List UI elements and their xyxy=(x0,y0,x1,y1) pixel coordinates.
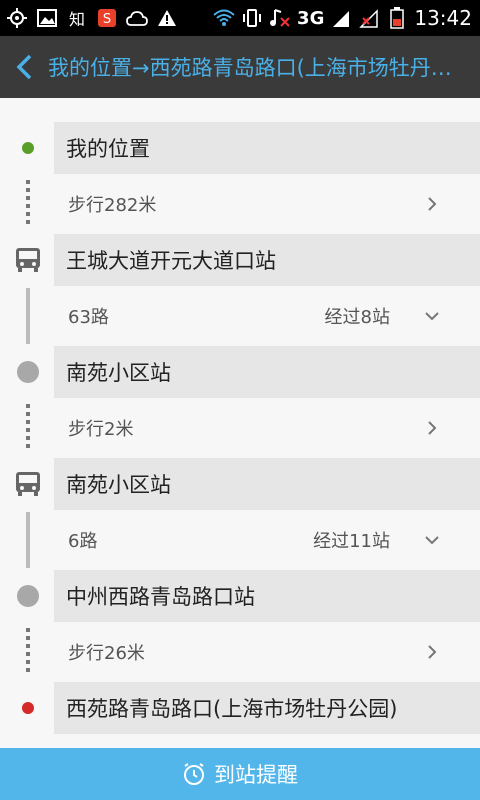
page-title: 我的位置→西苑路青岛路口(上海市场牡丹公园) xyxy=(48,56,458,80)
status-bar: 知 S 3G 13:42 xyxy=(0,0,480,36)
chevron-right-icon xyxy=(428,645,437,659)
walk-segment[interactable]: 步行282米 xyxy=(0,176,480,232)
network-type: 3G xyxy=(297,7,325,29)
route-list: 我的位置 步行282米 王城大道开元大道口站 63路 经过8站 南苑小区站 步行… xyxy=(0,120,480,736)
stop-circle-icon xyxy=(17,361,39,383)
stop-label: 王城大道开元大道口站 xyxy=(54,234,480,286)
stop-circle-icon xyxy=(17,585,39,607)
stop-label: 西苑路青岛路口(上海市场牡丹公园) xyxy=(54,682,480,734)
bus-icon xyxy=(16,248,40,272)
bus-stop-count: 经过8站 xyxy=(324,307,390,328)
app-bar: 我的位置→西苑路青岛路口(上海市场牡丹公园) xyxy=(0,36,480,98)
chevron-down-icon xyxy=(425,312,439,321)
svg-text:S: S xyxy=(103,12,111,27)
battery-icon xyxy=(386,7,408,29)
bus-segment[interactable]: 6路 经过11站 xyxy=(0,512,480,568)
cloud-icon xyxy=(126,7,148,29)
bus-line: 63路 xyxy=(68,307,109,328)
wifi-icon xyxy=(213,7,235,29)
stop-label: 南苑小区站 xyxy=(54,458,480,510)
route-stop-boarding[interactable]: 南苑小区站 xyxy=(0,456,480,512)
route-start[interactable]: 我的位置 xyxy=(0,120,480,176)
route-stop-boarding[interactable]: 王城大道开元大道口站 xyxy=(0,232,480,288)
walk-segment[interactable]: 步行2米 xyxy=(0,400,480,456)
bus-solid-line xyxy=(26,288,30,344)
bus-line: 6路 xyxy=(68,531,98,552)
chevron-right-icon xyxy=(428,197,437,211)
chevron-left-icon xyxy=(16,54,32,80)
bus-solid-line xyxy=(26,512,30,568)
sohu-icon: S xyxy=(96,7,118,29)
end-dot-icon xyxy=(22,702,34,714)
stop-label: 中州西路青岛路口站 xyxy=(54,570,480,622)
stop-label: 我的位置 xyxy=(54,122,480,174)
route-stop-alighting[interactable]: 中州西路青岛路口站 xyxy=(0,568,480,624)
walk-segment[interactable]: 步行26米 xyxy=(0,624,480,680)
walk-distance: 步行2米 xyxy=(68,419,134,440)
clock: 13:42 xyxy=(414,6,472,30)
arrival-reminder-button[interactable]: 到站提醒 xyxy=(0,748,480,800)
app-notification-icon: 知 xyxy=(68,10,85,29)
walk-distance: 步行282米 xyxy=(68,195,157,216)
bus-stop-count: 经过11站 xyxy=(313,531,390,552)
image-icon xyxy=(36,7,58,29)
location-icon xyxy=(6,7,28,29)
signal-no-sim-icon xyxy=(358,7,380,29)
walk-dotted-line xyxy=(26,180,30,228)
route-stop-alighting[interactable]: 南苑小区站 xyxy=(0,344,480,400)
bus-icon xyxy=(16,472,40,496)
music-muted-icon xyxy=(269,7,291,29)
walk-dotted-line xyxy=(26,404,30,452)
walk-dotted-line xyxy=(26,628,30,676)
start-dot-icon xyxy=(22,142,34,154)
arrival-reminder-label: 到站提醒 xyxy=(214,763,298,787)
back-button[interactable] xyxy=(0,36,48,98)
route-end[interactable]: 西苑路青岛路口(上海市场牡丹公园) xyxy=(0,680,480,736)
warning-icon xyxy=(156,7,178,29)
chevron-right-icon xyxy=(428,421,437,435)
walk-distance: 步行26米 xyxy=(68,643,145,664)
bus-segment[interactable]: 63路 经过8站 xyxy=(0,288,480,344)
chevron-down-icon xyxy=(425,536,439,545)
signal-icon xyxy=(330,7,352,29)
alarm-clock-icon xyxy=(184,763,204,785)
vibrate-icon xyxy=(241,7,263,29)
stop-label: 南苑小区站 xyxy=(54,346,480,398)
